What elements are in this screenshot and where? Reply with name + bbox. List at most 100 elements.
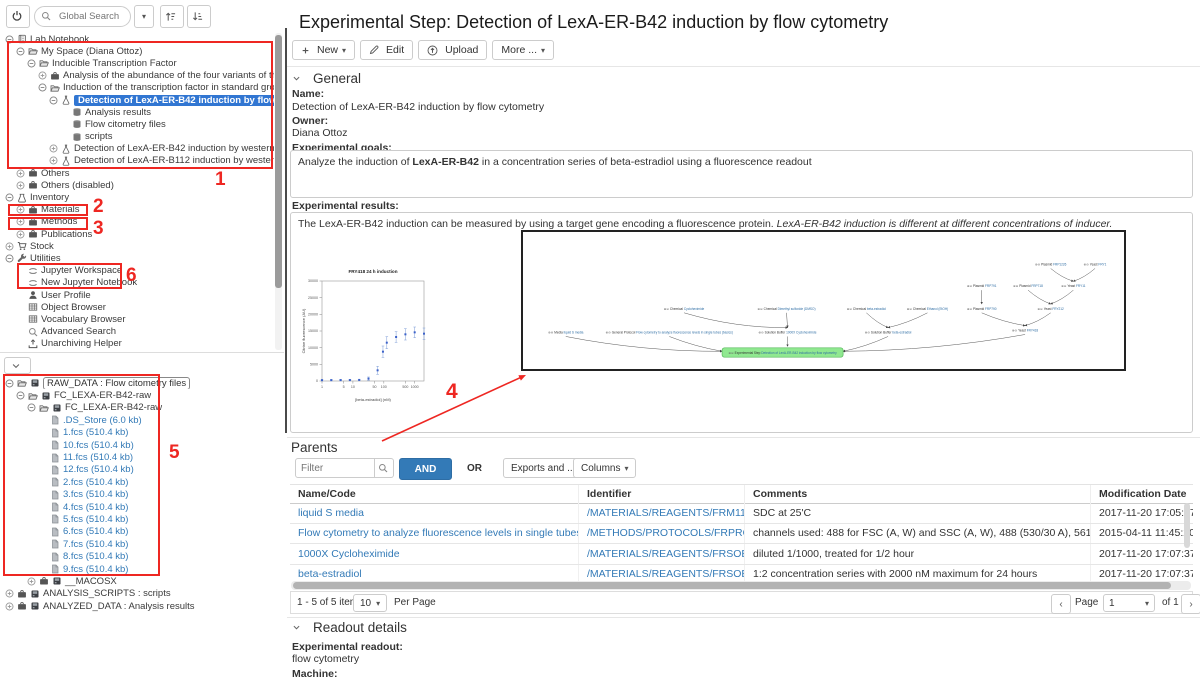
tree-item[interactable]: 10.fcs (510.4 kb) bbox=[2, 439, 282, 451]
table-row[interactable]: liquid S media/MATERIALS/REAGENTS/FRM11S… bbox=[290, 503, 1193, 523]
previous-page-button[interactable]: ‹ bbox=[1051, 594, 1071, 614]
cell-name-code[interactable]: liquid S media bbox=[290, 503, 578, 523]
toggle-plus-icon[interactable] bbox=[49, 144, 58, 153]
tree-item[interactable]: Lab Notebook bbox=[2, 33, 274, 45]
section-readout[interactable]: Readout details bbox=[292, 620, 407, 635]
table-scrollbar-thumb[interactable] bbox=[293, 582, 1171, 589]
and-filter-button[interactable]: AND bbox=[399, 458, 452, 480]
toggle-minus-icon[interactable] bbox=[27, 59, 36, 68]
toggle-plus-icon[interactable] bbox=[16, 230, 25, 239]
toggle-minus-icon[interactable] bbox=[5, 379, 14, 388]
tree-item[interactable]: Inventory bbox=[2, 191, 274, 203]
tree-item[interactable]: ANALYSIS_SCRIPTS : scripts bbox=[2, 588, 282, 600]
tree-item[interactable]: New Jupyter Notebook bbox=[2, 277, 274, 289]
cell-identifier[interactable]: /MATERIALS/REAGENTS/FRSOB34 bbox=[578, 544, 744, 564]
tree-item[interactable]: Analysis results bbox=[2, 106, 274, 118]
tree-item[interactable]: Utilities bbox=[2, 252, 274, 264]
toggle-plus-icon[interactable] bbox=[38, 71, 47, 80]
upload-button[interactable]: Upload bbox=[418, 40, 487, 60]
cell-name-code[interactable]: beta-estradiol bbox=[290, 565, 578, 583]
tree-item[interactable]: __MACOSX bbox=[2, 575, 282, 587]
table-row[interactable]: Flow cytometry to analyze fluorescence l… bbox=[290, 523, 1193, 544]
tree-item[interactable]: 4.fcs (510.4 kb) bbox=[2, 501, 282, 513]
toggle-minus-icon[interactable] bbox=[27, 403, 36, 412]
tree-item[interactable]: 9.fcs (510.4 kb) bbox=[2, 563, 282, 575]
toggle-plus-icon[interactable] bbox=[49, 156, 58, 165]
tree-item[interactable]: User Profile bbox=[2, 289, 274, 301]
tree-item[interactable]: Detection of LexA-ER-B42 induction by fl… bbox=[2, 94, 274, 106]
tree-item[interactable]: Inducible Transcription Factor bbox=[2, 57, 274, 69]
page-size-select[interactable]: 10▾ bbox=[353, 594, 387, 612]
section-parents[interactable]: Parents bbox=[291, 440, 338, 455]
table-row[interactable]: 1000X Cycloheximide/MATERIALS/REAGENTS/F… bbox=[290, 543, 1193, 564]
tree-item[interactable]: Flow citometry files bbox=[2, 118, 274, 130]
toggle-plus-icon[interactable] bbox=[5, 242, 14, 251]
table-scrollbar-vertical[interactable] bbox=[1184, 503, 1190, 548]
tree-item[interactable]: 6.fcs (510.4 kb) bbox=[2, 526, 282, 538]
toggle-plus-icon[interactable] bbox=[5, 602, 14, 611]
tree-item[interactable]: 2.fcs (510.4 kb) bbox=[2, 476, 282, 488]
tree-item[interactable]: Materials bbox=[2, 204, 274, 216]
tree-item[interactable]: 8.fcs (510.4 kb) bbox=[2, 550, 282, 562]
column-header[interactable]: Modification Date bbox=[1090, 485, 1193, 503]
section-general[interactable]: General bbox=[292, 71, 361, 86]
toggle-minus-icon[interactable] bbox=[16, 391, 25, 400]
tree-item[interactable]: 5.fcs (510.4 kb) bbox=[2, 513, 282, 525]
tree-item[interactable]: ANALYZED_DATA : Analysis results bbox=[2, 600, 282, 612]
sort-descending-button[interactable] bbox=[187, 5, 211, 28]
tree-item[interactable]: 12.fcs (510.4 kb) bbox=[2, 464, 282, 476]
tree-item[interactable]: 1.fcs (510.4 kb) bbox=[2, 427, 282, 439]
next-page-button[interactable]: › bbox=[1181, 594, 1200, 614]
toggle-plus-icon[interactable] bbox=[27, 577, 36, 586]
tree-item[interactable]: Object Browser bbox=[2, 301, 274, 313]
column-header[interactable]: Identifier bbox=[578, 485, 744, 503]
toggle-minus-icon[interactable] bbox=[5, 193, 14, 202]
toggle-plus-icon[interactable] bbox=[16, 217, 25, 226]
toggle-minus-icon[interactable] bbox=[5, 254, 14, 263]
tree-item[interactable]: Advanced Search bbox=[2, 326, 274, 338]
tree-item[interactable]: .DS_Store (6.0 kb) bbox=[2, 414, 282, 426]
cell-identifier[interactable]: /MATERIALS/REAGENTS/FRSOB37 bbox=[578, 565, 744, 583]
edit-button[interactable]: Edit bbox=[360, 40, 413, 60]
tree-item[interactable]: Others bbox=[2, 167, 274, 179]
tree-item[interactable]: FC_LEXA-ER-B42-raw bbox=[2, 402, 282, 414]
new-button[interactable]: New▾ bbox=[292, 40, 355, 60]
table-row[interactable]: beta-estradiol/MATERIALS/REAGENTS/FRSOB3… bbox=[290, 564, 1193, 583]
toggle-minus-icon[interactable] bbox=[49, 96, 58, 105]
tree-item[interactable]: FC_LEXA-ER-B42-raw bbox=[2, 389, 282, 401]
tree-item[interactable]: Methods bbox=[2, 216, 274, 228]
tree-item[interactable]: Others (disabled) bbox=[2, 179, 274, 191]
tree-item[interactable]: 7.fcs (510.4 kb) bbox=[2, 538, 282, 550]
tree-item[interactable]: Jupyter Workspace bbox=[2, 265, 274, 277]
global-search-input[interactable] bbox=[57, 10, 133, 23]
tree-item[interactable]: 3.fcs (510.4 kb) bbox=[2, 489, 282, 501]
sidebar-scrollbar-thumb[interactable] bbox=[275, 35, 282, 288]
logout-button[interactable] bbox=[6, 5, 30, 28]
tree-item[interactable]: Stock bbox=[2, 240, 274, 252]
toggle-minus-icon[interactable] bbox=[38, 83, 47, 92]
tree-item[interactable]: Vocabulary Browser bbox=[2, 313, 274, 325]
toggle-plus-icon[interactable] bbox=[16, 169, 25, 178]
sort-ascending-button[interactable] bbox=[160, 5, 184, 28]
tree-item[interactable]: scripts bbox=[2, 131, 274, 143]
tree-item[interactable]: Detection of LexA-ER-B112 induction by w… bbox=[2, 155, 274, 167]
column-header[interactable]: Name/Code bbox=[290, 485, 578, 503]
parents-filter-input[interactable] bbox=[295, 458, 375, 478]
toggle-plus-icon[interactable] bbox=[16, 205, 25, 214]
toggle-minus-icon[interactable] bbox=[16, 47, 25, 56]
tree-item[interactable]: Unarchiving Helper bbox=[2, 338, 274, 350]
tree-item[interactable]: Publications bbox=[2, 228, 274, 240]
search-options-button[interactable]: ▾ bbox=[134, 5, 154, 28]
page-number-input[interactable]: 1▾ bbox=[1103, 594, 1155, 612]
more-button[interactable]: More ...▾ bbox=[492, 40, 554, 60]
tree-item[interactable]: My Space (Diana Ottoz) bbox=[2, 45, 274, 57]
tree-item[interactable]: RAW_DATA : Flow citometry files bbox=[2, 377, 282, 389]
columns-dropdown[interactable]: Columns▾ bbox=[573, 458, 636, 478]
cell-identifier[interactable]: /METHODS/PROTOCOLS/FRPROT26 bbox=[578, 524, 744, 544]
tree-item[interactable]: Detection of LexA-ER-B42 induction by we… bbox=[2, 143, 274, 155]
cell-name-code[interactable]: Flow cytometry to analyze fluorescence l… bbox=[290, 524, 578, 544]
toggle-minus-icon[interactable] bbox=[5, 35, 14, 44]
toggle-plus-icon[interactable] bbox=[16, 181, 25, 190]
tree-item[interactable]: Induction of the transcription factor in… bbox=[2, 82, 274, 94]
tree-item[interactable]: Analysis of the abundance of the four va… bbox=[2, 70, 274, 82]
